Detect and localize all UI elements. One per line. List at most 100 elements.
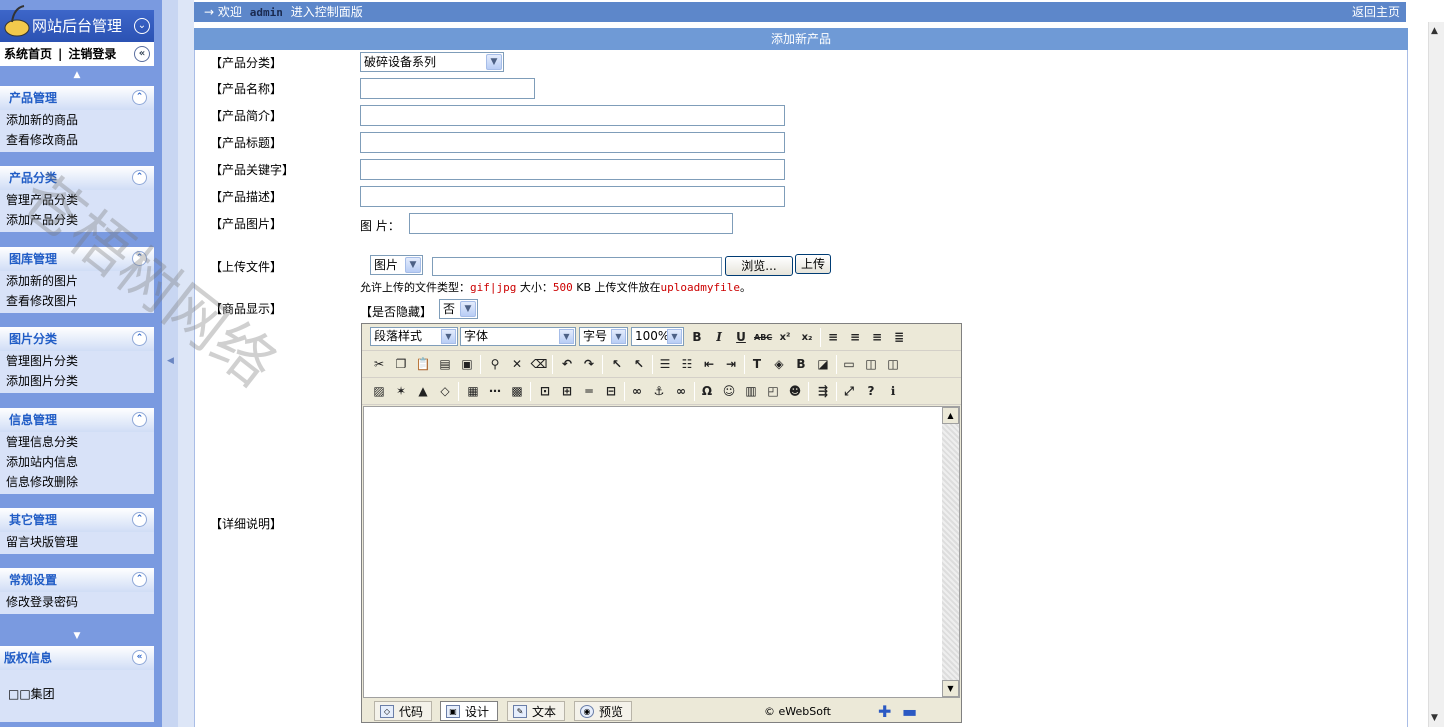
group-header[interactable]: 其它管理 ⌃ xyxy=(0,508,154,532)
unordered-list-icon[interactable]: ☷ xyxy=(678,356,696,373)
scroll-down-icon[interactable]: ▼ xyxy=(942,680,959,697)
help-icon[interactable]: ? xyxy=(862,383,880,400)
group-header[interactable]: 版权信息 « xyxy=(0,646,154,670)
mode-text-tab[interactable]: ✎ 文本 xyxy=(507,701,566,721)
nav-item[interactable]: 管理图片分类 xyxy=(0,351,154,371)
anchor-icon[interactable]: ⚓ xyxy=(650,383,668,400)
nav-item[interactable]: 查看修改图片 xyxy=(0,291,154,311)
nav-item[interactable]: 添加产品分类 xyxy=(0,210,154,230)
layer-icon[interactable]: ◫ xyxy=(862,356,880,373)
back-home-link[interactable]: 返回主页 xyxy=(1352,2,1400,22)
marquee-icon[interactable]: ◰ xyxy=(764,383,782,400)
layer-2-icon[interactable]: ◫ xyxy=(884,356,902,373)
nav-item[interactable]: 添加站内信息 xyxy=(0,452,154,472)
group-header[interactable]: 图片分类 ⌃ xyxy=(0,327,154,351)
group-header[interactable]: 产品分类 ⌃ xyxy=(0,166,154,190)
editor-content-area[interactable]: ▲ ▼ xyxy=(363,406,960,698)
align-right-icon[interactable]: ≡ xyxy=(868,329,886,346)
align-left-icon[interactable]: ≡ xyxy=(824,329,842,346)
page-break-icon[interactable]: ⇶ xyxy=(814,383,832,400)
hidden-select[interactable]: 否 ▼ xyxy=(439,299,478,319)
nav-item[interactable]: 管理信息分类 xyxy=(0,432,154,452)
keywords-input[interactable] xyxy=(360,159,785,180)
name-input[interactable] xyxy=(360,78,535,99)
strikethrough-icon[interactable]: ABC xyxy=(754,329,772,346)
date-icon[interactable]: ▥ xyxy=(742,383,760,400)
chevron-up-icon[interactable]: ⌃ xyxy=(132,572,147,587)
chevron-up-icon[interactable]: ⌃ xyxy=(132,331,147,346)
browse-button[interactable]: 浏览... xyxy=(725,256,793,276)
outdent-icon[interactable]: ⇤ xyxy=(700,356,718,373)
font-size-select[interactable]: 字号 ▼ xyxy=(579,327,628,346)
hr-icon[interactable]: ═ xyxy=(580,383,598,400)
image-path-input[interactable] xyxy=(409,213,733,234)
group-header[interactable]: 信息管理 ⌃ xyxy=(0,408,154,432)
nav-item[interactable]: 查看修改商品 xyxy=(0,130,154,150)
desc-input[interactable] xyxy=(360,186,785,207)
heading-input[interactable] xyxy=(360,132,785,153)
textarea-icon[interactable]: ⊞ xyxy=(558,383,576,400)
collapse-arrow-icon[interactable]: ◀ xyxy=(167,356,174,366)
link-icon[interactable]: ∞ xyxy=(628,383,646,400)
emoticon-icon[interactable]: ☺ xyxy=(720,383,738,400)
editor-scrollbar[interactable]: ▲ ▼ xyxy=(942,407,959,697)
upload-button[interactable]: 上传 xyxy=(795,254,831,274)
chevron-left-icon[interactable]: « xyxy=(132,650,147,665)
mode-preview-tab[interactable]: ◉ 预览 xyxy=(574,701,633,721)
scroll-up-icon[interactable]: ▲ xyxy=(0,70,154,80)
paste-icon[interactable]: 📋 xyxy=(414,356,432,373)
group-header[interactable]: 常规设置 ⌃ xyxy=(0,568,154,592)
chevron-up-icon[interactable]: ⌃ xyxy=(132,251,147,266)
zoom-select[interactable]: 100% ▼ xyxy=(631,327,684,346)
nav-item[interactable]: 添加新的图片 xyxy=(0,271,154,291)
unselect-icon[interactable]: ↖ xyxy=(630,356,648,373)
unlink-icon[interactable]: ∞ xyxy=(672,383,690,400)
find-icon[interactable]: ⚲ xyxy=(486,356,504,373)
group-header[interactable]: 产品管理 ⌃ xyxy=(0,86,154,110)
align-center-icon[interactable]: ≡ xyxy=(846,329,864,346)
bold-icon[interactable]: B xyxy=(688,329,706,346)
font-select[interactable]: 字体 ▼ xyxy=(460,327,576,346)
collapse-icon[interactable]: ⌄ xyxy=(134,18,150,34)
info-icon[interactable]: ℹ xyxy=(884,383,902,400)
logout-link[interactable]: 注销登录 xyxy=(68,47,116,61)
scroll-up-icon[interactable]: ▲ xyxy=(1431,26,1438,36)
fullscreen-icon[interactable]: ⤢ xyxy=(840,383,858,400)
nav-item[interactable]: 添加新的商品 xyxy=(0,110,154,130)
align-justify-icon[interactable]: ≣ xyxy=(890,329,908,346)
indent-icon[interactable]: ⇥ xyxy=(722,356,740,373)
underline-icon[interactable]: U xyxy=(732,329,750,346)
file-input[interactable] xyxy=(432,257,722,276)
table-row-icon[interactable]: ⋯ xyxy=(486,383,504,400)
plus-icon[interactable]: ✚ xyxy=(878,702,891,721)
superscript-icon[interactable]: x² xyxy=(776,329,794,346)
form-icon[interactable]: ⊡ xyxy=(536,383,554,400)
paragraph-style-select[interactable]: 段落样式 ▼ xyxy=(370,327,458,346)
page-scrollbar[interactable]: ▲ ▼ xyxy=(1428,22,1444,727)
subscript-icon[interactable]: x₂ xyxy=(798,329,816,346)
chevron-left-icon[interactable]: « xyxy=(134,46,150,62)
ordered-list-icon[interactable]: ☰ xyxy=(656,356,674,373)
eraser-icon[interactable]: ⌫ xyxy=(530,356,548,373)
nav-item[interactable]: 修改登录密码 xyxy=(0,592,154,612)
paste-word-icon[interactable]: ▣ xyxy=(458,356,476,373)
nav-item[interactable]: 信息修改删除 xyxy=(0,472,154,492)
background-color-icon[interactable]: ◈ xyxy=(770,356,788,373)
group-header[interactable]: 图库管理 ⌃ xyxy=(0,247,154,271)
mode-design-tab[interactable]: ▣ 设计 xyxy=(440,701,499,721)
chevron-up-icon[interactable]: ⌃ xyxy=(132,90,147,105)
chevron-up-icon[interactable]: ⌃ xyxy=(132,170,147,185)
cut-icon[interactable]: ✂ xyxy=(370,356,388,373)
category-select[interactable]: 破碎设备系列 ▼ xyxy=(360,52,504,72)
paste-text-icon[interactable]: ▤ xyxy=(436,356,454,373)
scroll-up-icon[interactable]: ▲ xyxy=(942,407,959,424)
chevron-up-icon[interactable]: ⌃ xyxy=(132,512,147,527)
highlight-icon[interactable]: B xyxy=(792,356,810,373)
scroll-down-icon[interactable]: ▼ xyxy=(1431,713,1438,723)
chevron-up-icon[interactable]: ⌃ xyxy=(132,412,147,427)
media-icon[interactable]: ▲ xyxy=(414,383,432,400)
input-icon[interactable]: ⊟ xyxy=(602,383,620,400)
select-all-icon[interactable]: ↖ xyxy=(608,356,626,373)
flash-icon[interactable]: ✶ xyxy=(392,383,410,400)
special-char-icon[interactable]: Ω xyxy=(698,383,716,400)
